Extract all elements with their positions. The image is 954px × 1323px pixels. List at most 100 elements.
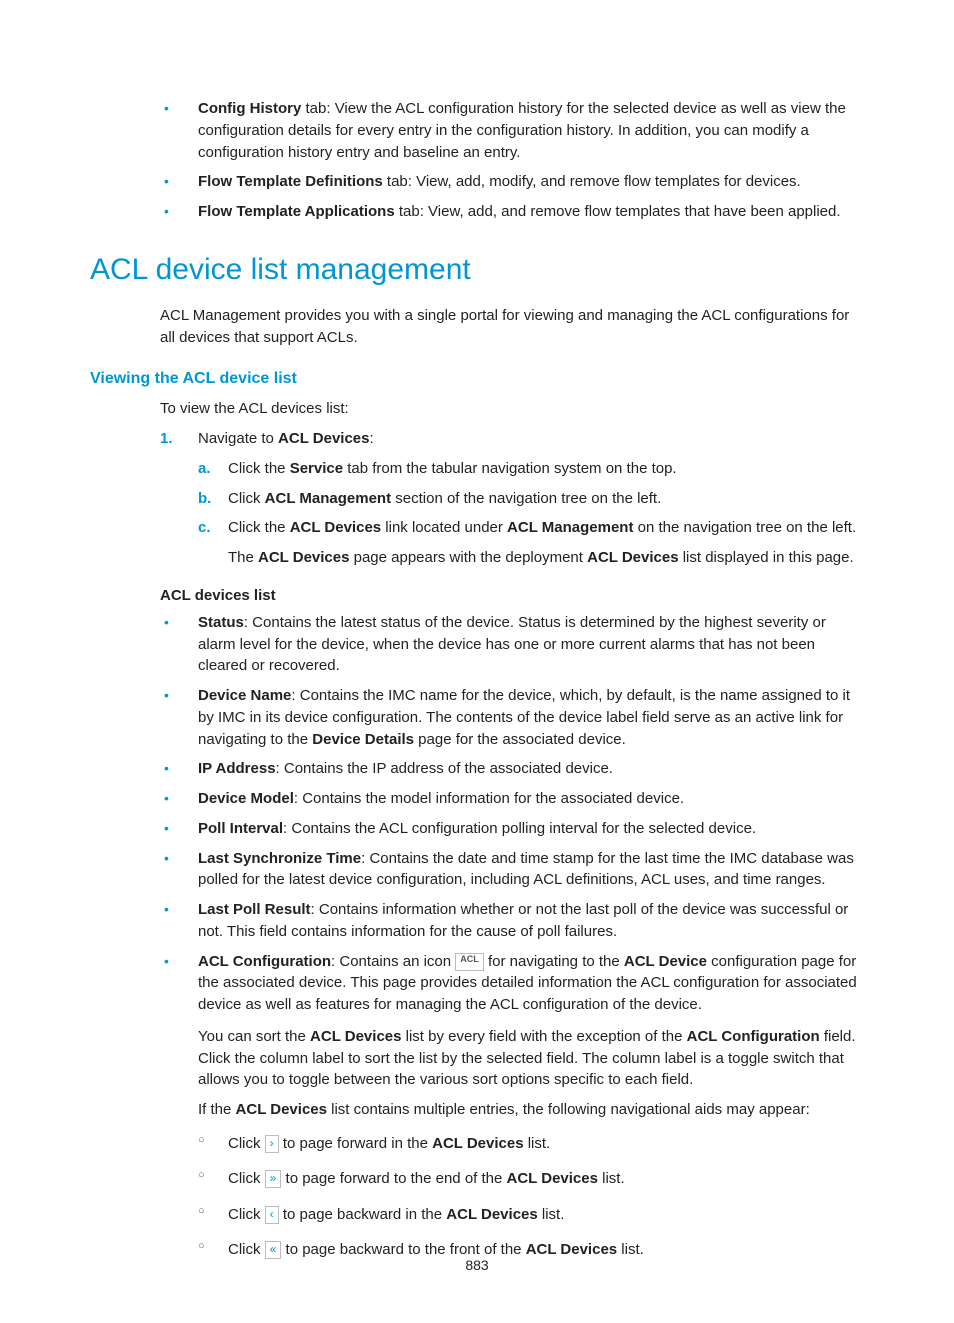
bold-label: ACL Devices <box>310 1028 401 1045</box>
bold-label: Device Model <box>198 790 294 807</box>
text: to page forward to the end of the <box>281 1170 506 1187</box>
bold-label: Poll Interval <box>198 820 283 837</box>
text: You can sort the <box>198 1028 310 1045</box>
bold-label: ACL Device <box>624 953 707 970</box>
list-item: Last Synchronize Time: Contains the date… <box>160 848 864 892</box>
text: list. <box>598 1170 625 1187</box>
text: Click the <box>228 519 290 536</box>
text: list. <box>617 1241 644 1258</box>
document-page: Config History tab: View the ACL configu… <box>0 0 954 1323</box>
list-item: Status: Contains the latest status of th… <box>160 612 864 677</box>
text: link located under <box>381 519 507 536</box>
text: list. <box>538 1206 565 1223</box>
list-item: Last Poll Result: Contains information w… <box>160 899 864 943</box>
bold-label: ACL Management <box>507 519 633 536</box>
text: : Contains the ACL configuration polling… <box>283 820 756 837</box>
acl-config-icon: ACL <box>455 953 484 971</box>
bold-label: ACL Devices <box>587 549 678 566</box>
bold-label: ACL Configuration <box>198 953 331 970</box>
page-forward-icon: › <box>265 1135 279 1153</box>
text: Click <box>228 490 265 507</box>
page-backward-icon: ‹ <box>265 1206 279 1224</box>
text: page for the associated device. <box>414 731 626 748</box>
alpha-list: Click the Service tab from the tabular n… <box>198 458 864 569</box>
result-line: The ACL Devices page appears with the de… <box>228 547 864 569</box>
text: Click <box>228 1206 265 1223</box>
bold-label: ACL Devices <box>278 430 369 447</box>
list-item: Click » to page forward to the end of th… <box>198 1166 864 1192</box>
heading-1: ACL device list management <box>90 253 864 287</box>
nav-paragraph: If the ACL Devices list contains multipl… <box>198 1099 864 1121</box>
list-item: Poll Interval: Contains the ACL configur… <box>160 818 864 840</box>
bold-label: ACL Devices <box>258 549 349 566</box>
text: If the <box>198 1101 236 1118</box>
list-item: Click the Service tab from the tabular n… <box>198 458 864 480</box>
sort-paragraph: You can sort the ACL Devices list by eve… <box>198 1026 864 1091</box>
list-item: Click › to page forward in the ACL Devic… <box>198 1131 864 1157</box>
text: : Contains the latest status of the devi… <box>198 614 826 675</box>
list-item: Device Model: Contains the model informa… <box>160 788 864 810</box>
text: Click <box>228 1241 265 1258</box>
text: Click <box>228 1170 265 1187</box>
text: : Contains the model information for the… <box>294 790 684 807</box>
list-item: IP Address: Contains the IP address of t… <box>160 758 864 780</box>
text: on the navigation tree on the left. <box>633 519 856 536</box>
list-item: Device Name: Contains the IMC name for t… <box>160 685 864 750</box>
text: section of the navigation tree on the le… <box>391 490 661 507</box>
text: list contains multiple entries, the foll… <box>327 1101 810 1118</box>
bold-label: Config History <box>198 100 301 117</box>
bold-label: ACL Devices <box>507 1170 598 1187</box>
text: tab: View, add, and remove flow template… <box>395 203 841 220</box>
list-item: Click ACL Management section of the navi… <box>198 488 864 510</box>
bold-label: Last Synchronize Time <box>198 850 361 867</box>
text: : Contains the IP address of the associa… <box>276 760 613 777</box>
text: for navigating to the <box>484 953 624 970</box>
bold-label: Service <box>290 460 343 477</box>
bold-label: ACL Devices <box>446 1206 537 1223</box>
text: to page backward to the front of the <box>281 1241 525 1258</box>
text: tab: View, add, modify, and remove flow … <box>383 173 801 190</box>
text: Click <box>228 1135 265 1152</box>
nav-aids-list: Click › to page forward in the ACL Devic… <box>198 1131 864 1263</box>
bold-label: Flow Template Definitions <box>198 173 383 190</box>
page-number: 883 <box>0 1257 954 1273</box>
text: to page backward in the <box>279 1206 447 1223</box>
bold-label: ACL Devices <box>290 519 381 536</box>
list-item: Navigate to ACL Devices: Click the Servi… <box>160 428 864 569</box>
list-item: Click the ACL Devices link located under… <box>198 517 864 569</box>
intro-sub: To view the ACL devices list: <box>160 398 864 420</box>
fields-list: Status: Contains the latest status of th… <box>160 612 864 1121</box>
heading-3: Viewing the ACL device list <box>90 370 864 388</box>
top-bullets: Config History tab: View the ACL configu… <box>160 98 864 223</box>
page-end-icon: » <box>265 1170 282 1188</box>
text: Navigate to <box>198 430 278 447</box>
bold-label: ACL Devices <box>432 1135 523 1152</box>
text: page appears with the deployment <box>349 549 587 566</box>
text: tab from the tabular navigation system o… <box>343 460 677 477</box>
bold-label: Device Name <box>198 687 291 704</box>
text: The <box>228 549 258 566</box>
text: list. <box>524 1135 551 1152</box>
list-item: Flow Template Applications tab: View, ad… <box>160 201 864 223</box>
bold-label: IP Address <box>198 760 276 777</box>
list-item: ACL Configuration: Contains an icon ACL … <box>160 951 864 1121</box>
text: Click the <box>228 460 290 477</box>
bold-label: ACL Devices <box>526 1241 617 1258</box>
text: list by every field with the exception o… <box>401 1028 686 1045</box>
bold-label: ACL Devices <box>236 1101 327 1118</box>
bold-label: ACL Configuration <box>687 1028 820 1045</box>
text: : Contains an icon <box>331 953 455 970</box>
heading-4: ACL devices list <box>160 587 864 604</box>
intro-paragraph: ACL Management provides you with a singl… <box>160 305 864 349</box>
list-item: Config History tab: View the ACL configu… <box>160 98 864 163</box>
bold-label: ACL Management <box>265 490 391 507</box>
bold-label: Device Details <box>312 731 414 748</box>
text: list displayed in this page. <box>679 549 854 566</box>
bold-label: Status <box>198 614 244 631</box>
bold-label: Last Poll Result <box>198 901 311 918</box>
list-item: Flow Template Definitions tab: View, add… <box>160 171 864 193</box>
text: : <box>369 430 373 447</box>
numbered-list: Navigate to ACL Devices: Click the Servi… <box>160 428 864 569</box>
text: to page forward in the <box>279 1135 432 1152</box>
bold-label: Flow Template Applications <box>198 203 395 220</box>
